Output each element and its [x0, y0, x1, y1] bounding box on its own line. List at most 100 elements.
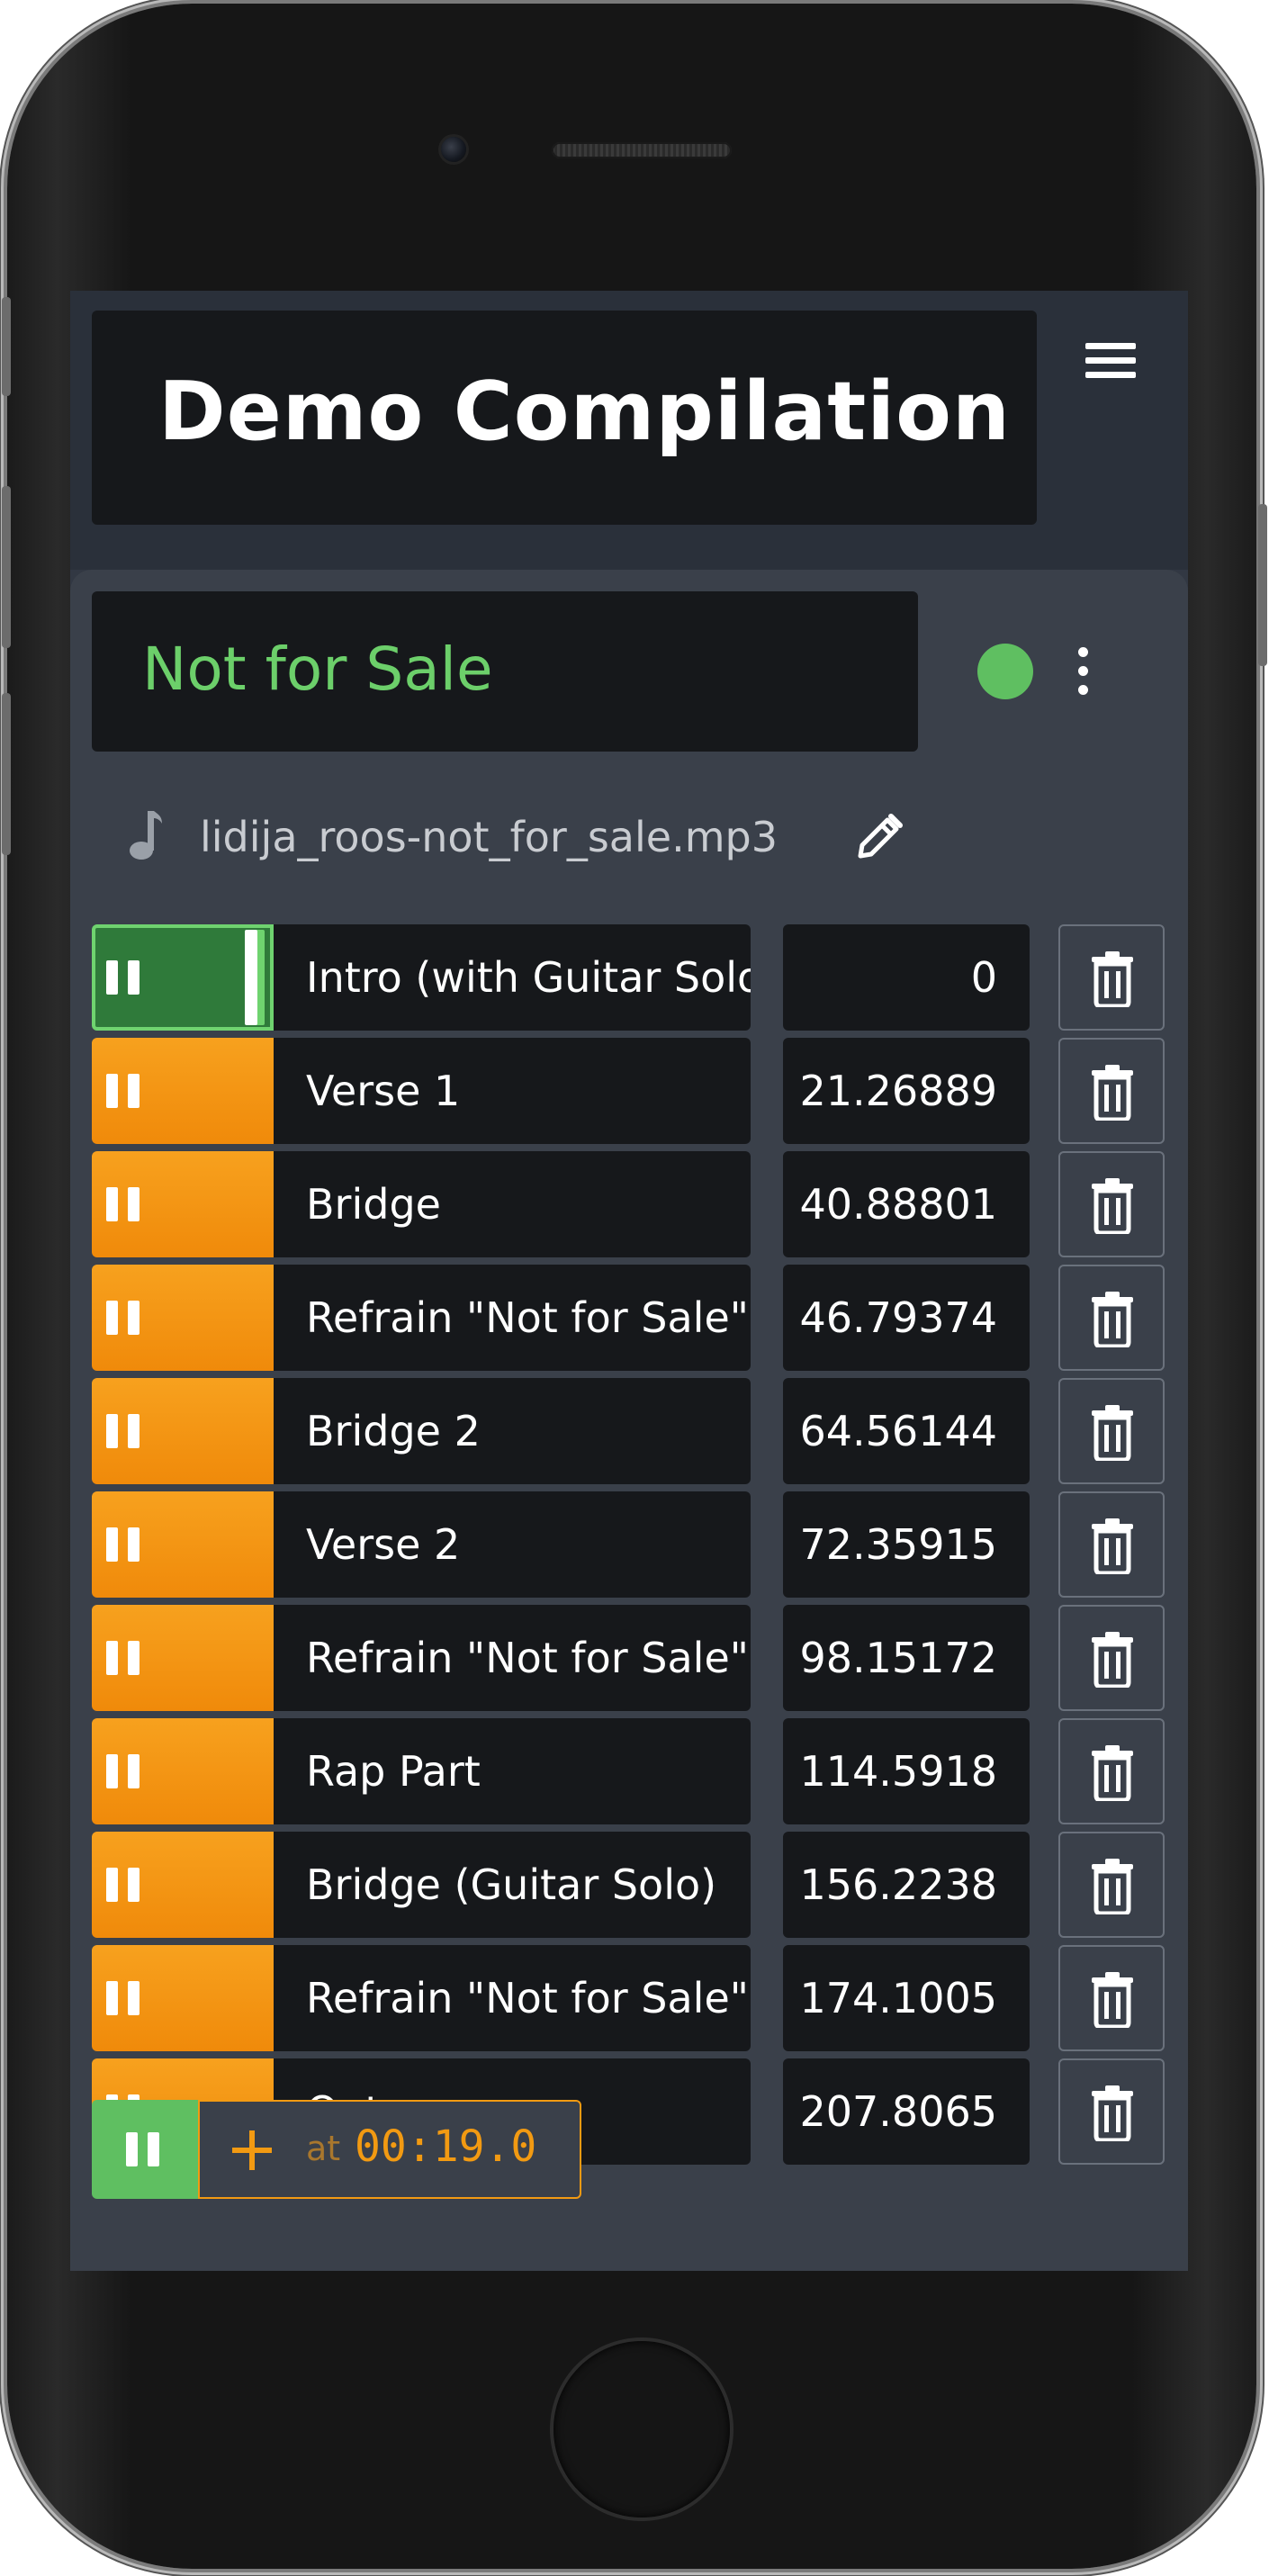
- cue-label[interactable]: Bridge 2: [274, 1378, 751, 1484]
- cue-time[interactable]: 64.56144: [783, 1378, 1030, 1484]
- cue-row: Refrain "Not for Sale" 46.79374: [92, 1265, 1172, 1371]
- trash-icon: [1090, 1632, 1135, 1689]
- cue-time[interactable]: 156.2238: [783, 1832, 1030, 1938]
- compilation-title: Demo Compilation (: [158, 365, 1037, 459]
- trash-icon: [1090, 951, 1135, 1009]
- track-card: Not for Sale lidija_roos-not_for_sale.mp…: [70, 570, 1188, 2271]
- cue-time[interactable]: 0: [783, 924, 1030, 1031]
- compilation-title-box[interactable]: Demo Compilation (: [92, 311, 1037, 525]
- cue-play-button[interactable]: [92, 1378, 274, 1484]
- delete-cue-button[interactable]: [1058, 1605, 1165, 1711]
- more-options-icon[interactable]: [1076, 647, 1089, 696]
- delete-cue-button[interactable]: [1058, 1718, 1165, 1824]
- cue-label[interactable]: Refrain "Not for Sale": [274, 1605, 751, 1711]
- delete-cue-button[interactable]: [1058, 1945, 1165, 2051]
- cue-row: Refrain "Not for Sale" 98.15172: [92, 1605, 1172, 1711]
- delete-cue-button[interactable]: [1058, 1038, 1165, 1144]
- cue-time[interactable]: 207.8065: [783, 2058, 1030, 2165]
- hamburger-menu-icon[interactable]: [1085, 343, 1136, 379]
- plus-icon: [232, 2130, 272, 2170]
- delete-cue-button[interactable]: [1058, 1832, 1165, 1938]
- cue-play-button[interactable]: [92, 1718, 274, 1824]
- trash-icon: [1090, 1292, 1135, 1349]
- delete-cue-button[interactable]: [1058, 924, 1165, 1031]
- cue-time[interactable]: 46.79374: [783, 1265, 1030, 1371]
- mute-switch: [2, 297, 11, 396]
- play-pause-button[interactable]: [92, 2100, 198, 2199]
- cue-time[interactable]: 114.5918: [783, 1718, 1030, 1824]
- cue-label[interactable]: Verse 2: [274, 1491, 751, 1598]
- trash-icon: [1090, 1745, 1135, 1803]
- trash-icon: [1090, 1178, 1135, 1236]
- pause-icon: [106, 1187, 142, 1221]
- cue-play-button[interactable]: [92, 1605, 274, 1711]
- volume-up-button: [2, 486, 11, 648]
- music-note-icon: [130, 811, 162, 860]
- app-screen: Demo Compilation ( Not for Sale lidija_r…: [70, 291, 1188, 2271]
- cue-label[interactable]: Rap Part: [274, 1718, 751, 1824]
- pause-icon: [106, 1074, 142, 1108]
- earpiece-speaker: [552, 142, 732, 158]
- cue-label[interactable]: Refrain "Not for Sale": [274, 1945, 751, 2051]
- pause-icon: [106, 1868, 142, 1902]
- trash-icon: [1090, 1405, 1135, 1463]
- cue-row: Bridge 2 64.56144: [92, 1378, 1172, 1484]
- trash-icon: [1090, 1972, 1135, 2030]
- trash-icon: [1090, 1065, 1135, 1122]
- cue-play-button[interactable]: [92, 1265, 274, 1371]
- cue-label[interactable]: Refrain "Not for Sale": [274, 1265, 751, 1371]
- add-cue-at-label: at: [306, 2129, 341, 2168]
- cue-row: Intro (with Guitar Solo) 0: [92, 924, 1172, 1031]
- cue-time[interactable]: 40.88801: [783, 1151, 1030, 1257]
- cue-play-button[interactable]: [92, 1491, 274, 1598]
- delete-cue-button[interactable]: [1058, 1265, 1165, 1371]
- add-cue-bar: at 00:19.0: [92, 2100, 596, 2199]
- power-button: [1258, 504, 1267, 666]
- cue-play-button[interactable]: [92, 924, 274, 1031]
- cue-play-button[interactable]: [92, 1945, 274, 2051]
- track-status-indicator: [977, 644, 1033, 699]
- home-button[interactable]: [554, 2341, 730, 2517]
- cue-row: Refrain "Not for Sale" 174.1005: [92, 1945, 1172, 2051]
- cue-row: Bridge 40.88801: [92, 1151, 1172, 1257]
- cue-play-button[interactable]: [92, 1038, 274, 1144]
- cue-time[interactable]: 174.1005: [783, 1945, 1030, 2051]
- app-header: Demo Compilation (: [70, 291, 1188, 570]
- cue-play-button[interactable]: [92, 1151, 274, 1257]
- cue-progress-marker: [245, 930, 257, 1025]
- trash-icon: [1090, 2085, 1135, 2143]
- track-title-box[interactable]: Not for Sale: [92, 591, 918, 752]
- pause-icon: [106, 1754, 142, 1788]
- trash-icon: [1090, 1859, 1135, 1916]
- cue-row: Verse 1 21.26889: [92, 1038, 1172, 1144]
- pause-icon: [126, 2132, 162, 2166]
- add-cue-button[interactable]: at 00:19.0: [198, 2100, 581, 2199]
- cue-label[interactable]: Verse 1: [274, 1038, 751, 1144]
- pause-icon: [106, 1981, 142, 2015]
- trash-icon: [1090, 1518, 1135, 1576]
- delete-cue-button[interactable]: [1058, 1151, 1165, 1257]
- cue-time[interactable]: 72.35915: [783, 1491, 1030, 1598]
- cue-row: Rap Part 114.5918: [92, 1718, 1172, 1824]
- cue-label[interactable]: Intro (with Guitar Solo): [274, 924, 751, 1031]
- pause-icon: [106, 1301, 142, 1335]
- delete-cue-button[interactable]: [1058, 1491, 1165, 1598]
- cue-label[interactable]: Bridge (Guitar Solo): [274, 1832, 751, 1938]
- pause-icon: [106, 960, 142, 995]
- cue-label[interactable]: Bridge: [274, 1151, 751, 1257]
- pause-icon: [106, 1641, 142, 1675]
- pause-icon: [106, 1414, 142, 1448]
- pencil-edit-icon[interactable]: [853, 811, 905, 863]
- cue-row: Bridge (Guitar Solo) 156.2238: [92, 1832, 1172, 1938]
- cue-play-button[interactable]: [92, 1832, 274, 1938]
- delete-cue-button[interactable]: [1058, 2058, 1165, 2165]
- front-camera: [441, 137, 466, 162]
- cue-row: Verse 2 72.35915: [92, 1491, 1172, 1598]
- playback-position: 00:19.0: [355, 2121, 537, 2172]
- cue-time[interactable]: 98.15172: [783, 1605, 1030, 1711]
- pause-icon: [106, 1527, 142, 1562]
- delete-cue-button[interactable]: [1058, 1378, 1165, 1484]
- cue-time[interactable]: 21.26889: [783, 1038, 1030, 1144]
- volume-down-button: [2, 693, 11, 855]
- track-title: Not for Sale: [142, 635, 493, 704]
